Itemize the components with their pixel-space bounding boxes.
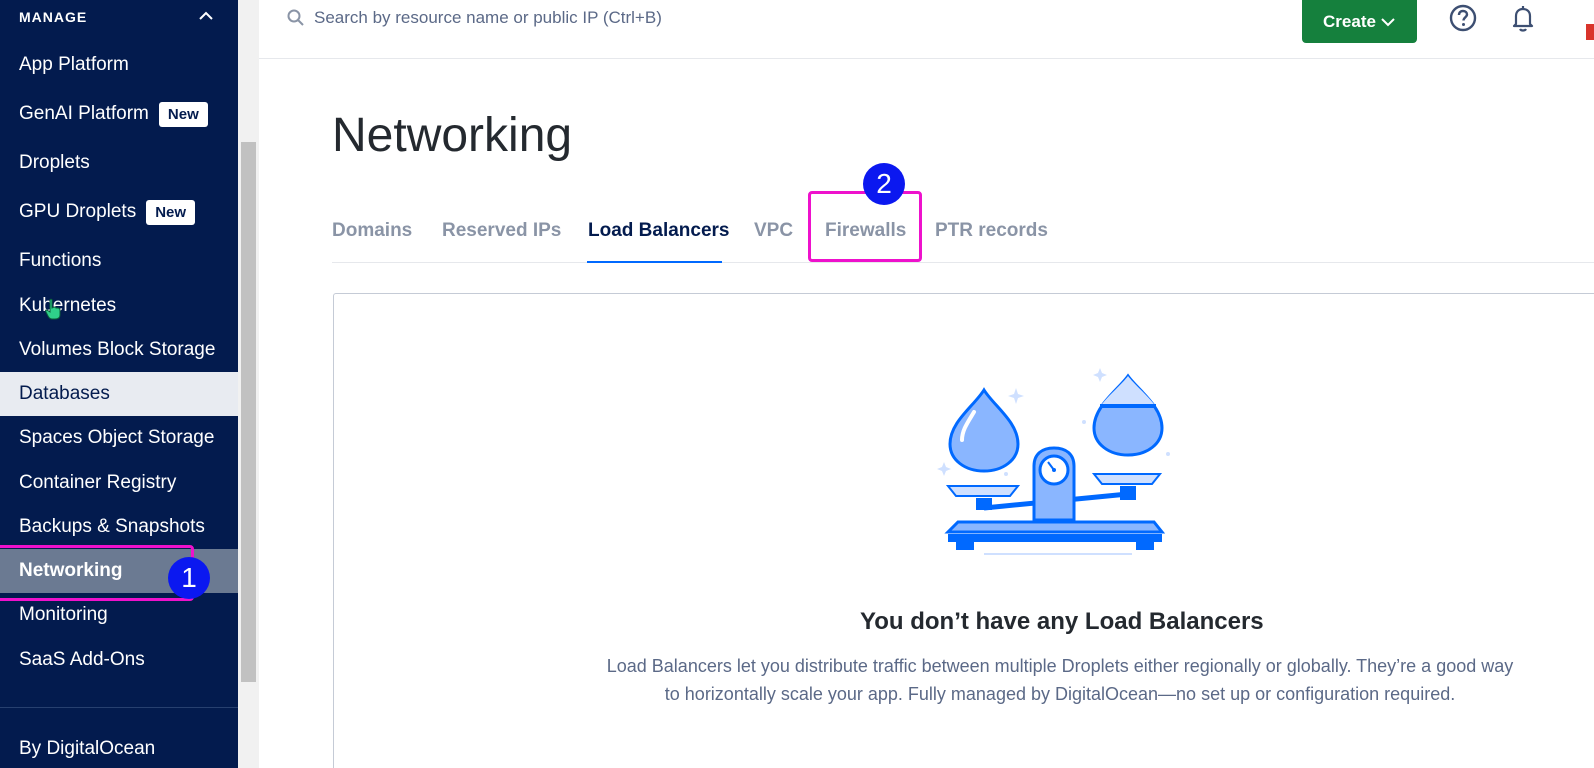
sidebar-item-app-platform[interactable]: App Platform xyxy=(0,43,238,87)
annotation-highlight-networking xyxy=(0,545,194,601)
tab-reserved-ips[interactable]: Reserved IPs xyxy=(442,220,561,242)
sidebar-item-kubernetes[interactable]: Kubernetes xyxy=(0,284,238,328)
annotation-badge-2: 2 xyxy=(863,163,905,205)
page-title: Networking xyxy=(332,109,573,162)
new-badge: New xyxy=(158,101,208,127)
sidebar-item-label: Spaces Object Storage xyxy=(19,427,215,448)
tab-load-balancers[interactable]: Load Balancers xyxy=(588,220,730,242)
sidebar-item-droplets[interactable]: Droplets xyxy=(0,141,238,185)
sidebar-section-header: MANAGE xyxy=(19,9,88,25)
chevron-up-icon[interactable] xyxy=(196,8,216,24)
sidebar-item-functions[interactable]: Functions xyxy=(0,239,238,283)
sidebar-item-gpu-droplets[interactable]: GPU Droplets New xyxy=(0,190,238,234)
sidebar-item-saas-add-ons[interactable]: SaaS Add-Ons xyxy=(0,638,238,682)
sidebar-item-label: Functions xyxy=(19,250,102,271)
help-icon[interactable] xyxy=(1449,4,1477,32)
sidebar-item-spaces-object-storage[interactable]: Spaces Object Storage xyxy=(0,416,238,460)
load-balancer-scale-illustration xyxy=(937,368,1170,555)
sidebar-item-label: Kubernetes xyxy=(19,295,117,316)
bell-icon[interactable] xyxy=(1508,3,1538,33)
tab-ptr-records[interactable]: PTR records xyxy=(935,220,1048,242)
sidebar-footer-link[interactable]: By DigitalOcean xyxy=(19,738,155,760)
new-badge: New xyxy=(146,199,196,225)
sidebar-divider xyxy=(0,707,238,708)
sidebar-item-databases[interactable]: Databases xyxy=(0,372,238,416)
chevron-down-icon xyxy=(1381,17,1395,26)
hand-cursor-icon xyxy=(45,298,61,320)
create-button-label: Create xyxy=(1323,11,1376,31)
sidebar: MANAGE App Platform GenAI Platform New Dr… xyxy=(0,0,238,768)
sidebar-scrollbar-thumb[interactable] xyxy=(241,142,256,682)
empty-state-title: You don’t have any Load Balancers xyxy=(860,608,1264,635)
search-input[interactable] xyxy=(314,3,914,33)
create-button[interactable]: Create xyxy=(1302,0,1417,43)
sidebar-item-label: Backups & Snapshots xyxy=(19,516,205,537)
sidebar-item-label: Monitoring xyxy=(19,604,108,625)
sidebar-item-label: GenAI Platform xyxy=(19,103,149,124)
sidebar-item-label: GPU Droplets xyxy=(19,201,137,222)
sidebar-item-label: App Platform xyxy=(19,54,129,75)
tab-vpc[interactable]: VPC xyxy=(754,220,793,242)
sidebar-item-label: Container Registry xyxy=(19,472,177,493)
sidebar-item-container-registry[interactable]: Container Registry xyxy=(0,461,238,505)
sidebar-item-backups-snapshots[interactable]: Backups & Snapshots xyxy=(0,505,238,549)
search-icon xyxy=(287,9,304,26)
sidebar-item-label: SaaS Add-Ons xyxy=(19,649,145,670)
sidebar-item-volumes-block-storage[interactable]: Volumes Block Storage xyxy=(0,328,238,372)
tab-bar: Domains Reserved IPs Load Balancers VPC … xyxy=(332,200,1594,263)
active-tab-indicator xyxy=(587,261,722,263)
sidebar-item-label: Volumes Block Storage xyxy=(19,339,216,360)
app-root: MANAGE App Platform GenAI Platform New Dr… xyxy=(0,0,1594,768)
annotation-highlight-firewalls xyxy=(808,191,922,262)
sidebar-item-label: Droplets xyxy=(19,152,90,173)
sidebar-item-genai-platform[interactable]: GenAI Platform New xyxy=(0,92,238,136)
empty-state-description: Load Balancers let you distribute traffi… xyxy=(606,656,1514,704)
annotation-badge-1: 1 xyxy=(168,557,210,599)
sidebar-item-label: Databases xyxy=(19,383,110,404)
tab-domains[interactable]: Domains xyxy=(332,220,412,242)
window-edge-marker xyxy=(1586,24,1594,40)
